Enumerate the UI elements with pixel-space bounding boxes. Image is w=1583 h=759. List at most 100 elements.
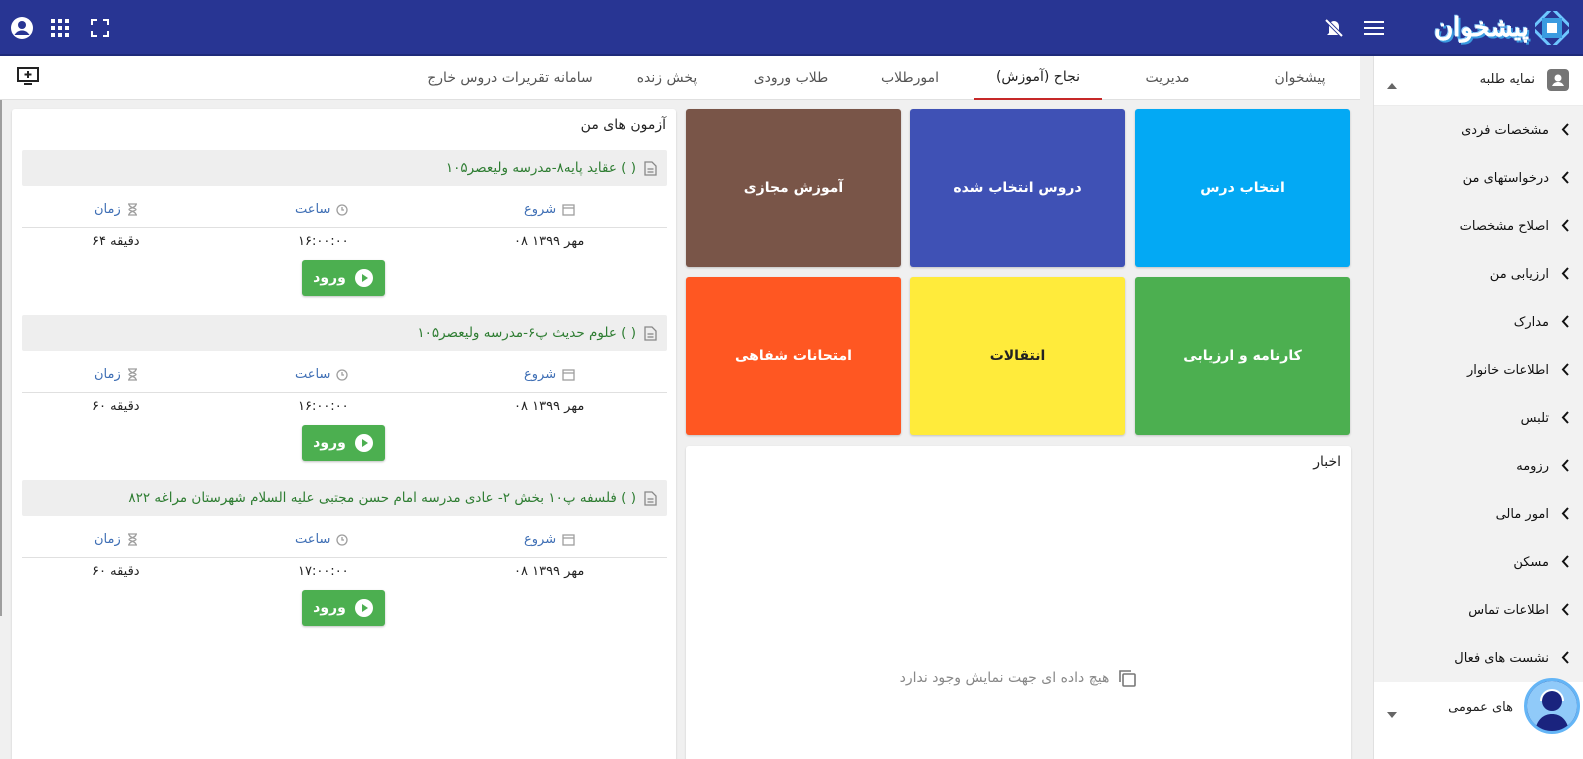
calendar-icon [562, 534, 575, 546]
document-icon [644, 160, 657, 176]
col-start-header: شروع [524, 367, 575, 382]
tile-virtual-education[interactable]: آموزش مجازی [686, 109, 901, 267]
chevron-left-icon [1561, 315, 1569, 332]
menu-icon[interactable] [1360, 14, 1388, 42]
notifications-off-icon[interactable] [1320, 14, 1348, 42]
exam-start-value: ۰۸ مهر ۱۳۹۹ [514, 234, 585, 249]
tile-selected-courses[interactable]: دروس انتخاب شده [910, 109, 1125, 267]
sidebar-item-my-requests[interactable]: درخواستهای من [1374, 154, 1583, 202]
sidebar-item-label: مسکن [1513, 554, 1549, 570]
sidebar-item-housing[interactable]: مسکن [1374, 538, 1583, 586]
sidebar-item-edit-info[interactable]: اصلاح مشخصات [1374, 202, 1583, 250]
exam-card: علوم حدیث پ۶-مدرسه ولیعصر۱۰۵ ( ) شروع سا… [22, 315, 667, 475]
tab-education[interactable]: نجاح (آموزش) [974, 56, 1102, 100]
sidebar-item-documents[interactable]: مدارک [1374, 298, 1583, 346]
chevron-left-icon [1561, 651, 1569, 668]
col-time-header: ساعت [295, 367, 349, 382]
sidebar-item-contact-info[interactable]: اطلاعات تماس [1374, 586, 1583, 634]
clock-icon [336, 533, 349, 546]
exam-column-headers: شروع ساعت زمان [22, 524, 667, 558]
fullscreen-icon[interactable] [86, 14, 114, 42]
col-start-header: شروع [524, 532, 575, 547]
app-logo[interactable]: پیشخوان [1433, 6, 1569, 50]
exam-duration-value: ۶۰ دقیقه [92, 399, 140, 414]
sidebar-header-label: نمایه طلبه [1479, 72, 1535, 87]
sidebar-item-finance[interactable]: امور مالی [1374, 490, 1583, 538]
sidebar-header[interactable]: نمایه طلبه [1374, 56, 1583, 106]
calendar-icon [562, 204, 575, 216]
tab-dashboard[interactable]: پیشخوان [1240, 56, 1360, 100]
tab-live-stream[interactable]: پخش زنده [612, 56, 722, 100]
sidebar-item-label: اصلاح مشخصات [1459, 218, 1549, 234]
exam-time-value: ۱۶:۰۰:۰۰ [298, 399, 349, 414]
col-start-label: شروع [524, 367, 557, 382]
sidebar-item-my-evaluation[interactable]: ارزیابی من [1374, 250, 1583, 298]
chevron-left-icon [1561, 267, 1569, 284]
exam-duration-value: ۶۰ دقیقه [92, 564, 140, 579]
top-app-bar: پیشخوان [0, 0, 1583, 56]
exam-column-headers: شروع ساعت زمان [22, 194, 667, 228]
sidebar-item-label: اطلاعات تماس [1468, 602, 1549, 618]
add-screen-icon[interactable] [16, 66, 42, 88]
tab-student-affairs[interactable]: امورطلاب [860, 56, 960, 100]
enter-label: ورود [313, 435, 346, 451]
tile-oral-exams[interactable]: امتحانات شفاهی [686, 277, 901, 435]
caret-down-icon[interactable] [1387, 703, 1397, 722]
sidebar-item-active-sessions[interactable]: نشست های فعال [1374, 634, 1583, 682]
main-area: پیشخوان مدیریت نجاح (آموزش) امورطلاب طلا… [0, 56, 1360, 759]
caret-up-icon[interactable] [1387, 74, 1397, 93]
col-time-header: ساعت [295, 202, 349, 217]
chevron-left-icon [1561, 219, 1569, 236]
col-time-label: ساعت [295, 202, 331, 217]
sidebar-item-attire[interactable]: تلبس [1374, 394, 1583, 442]
enter-exam-button[interactable]: ورود [302, 260, 385, 296]
clock-icon [336, 368, 349, 381]
account-icon[interactable] [8, 14, 36, 42]
exam-time-value: ۱۶:۰۰:۰۰ [298, 234, 349, 249]
tab-lecture-system[interactable]: سامانه تقریرات دروس خارج [420, 56, 600, 100]
support-avatar[interactable] [1524, 678, 1580, 734]
chevron-left-icon [1561, 123, 1569, 140]
news-title: اخبار [1313, 454, 1341, 470]
sidebar-item-label: نشست های فعال [1454, 650, 1549, 666]
tile-course-selection[interactable]: انتخاب درس [1135, 109, 1350, 267]
sidebar-item-label: درخواستهای من [1462, 170, 1549, 186]
exam-card: فلسفه پ۱۰ بخش ۲- عادی مدرسه امام حسن مجت… [22, 480, 667, 640]
col-duration-label: زمان [94, 532, 121, 547]
col-time-header: ساعت [295, 532, 349, 547]
exam-header: عقاید پایه۸-مدرسه ولیعصر۱۰۵ ( ) [22, 150, 667, 186]
sidebar-item-family-info[interactable]: اطلاعات خانوار [1374, 346, 1583, 394]
col-time-label: ساعت [295, 532, 331, 547]
shortcut-tiles: انتخاب درس دروس انتخاب شده آموزش مجازی ک… [686, 109, 1351, 439]
exam-start-value: ۰۸ مهر ۱۳۹۹ [514, 564, 585, 579]
exam-title: فلسفه پ۱۰ بخش ۲- عادی مدرسه امام حسن مجت… [128, 490, 636, 506]
tile-transfers[interactable]: انتقالات [910, 277, 1125, 435]
copy-icon [1119, 670, 1137, 687]
enter-exam-button[interactable]: ورود [302, 590, 385, 626]
tab-incoming-students[interactable]: طلاب ورودی [736, 56, 846, 100]
col-start-header: شروع [524, 202, 575, 217]
col-time-label: ساعت [295, 367, 331, 382]
exam-header: فلسفه پ۱۰ بخش ۲- عادی مدرسه امام حسن مجت… [22, 480, 667, 516]
profile-sidebar: نمایه طلبه مشخصات فردی درخواستهای من اصل… [1373, 56, 1583, 759]
sidebar-item-resume[interactable]: رزومه [1374, 442, 1583, 490]
col-duration-header: زمان [94, 532, 138, 547]
apps-grid-icon[interactable] [46, 14, 74, 42]
exams-title: آزمون های من [580, 117, 666, 133]
calendar-icon [562, 369, 575, 381]
chevron-left-icon [1561, 603, 1569, 620]
sidebar-item-personal-info[interactable]: مشخصات فردی [1374, 106, 1583, 154]
chevron-left-icon [1561, 171, 1569, 188]
chevron-left-icon [1561, 459, 1569, 476]
sidebar-item-label: ارزیابی من [1489, 266, 1549, 282]
exam-title: علوم حدیث پ۶-مدرسه ولیعصر۱۰۵ ( ) [417, 325, 636, 341]
logo-text: پیشخوان [1434, 13, 1530, 43]
play-circle-icon [354, 269, 373, 287]
profile-card-icon [1547, 69, 1569, 91]
module-tabs: پیشخوان مدیریت نجاح (آموزش) امورطلاب طلا… [0, 56, 1360, 100]
enter-exam-button[interactable]: ورود [302, 425, 385, 461]
tab-management[interactable]: مدیریت [1110, 56, 1225, 100]
hourglass-icon [127, 533, 137, 546]
sidebar-section-label: های عمومی [1448, 700, 1513, 715]
tile-report-card[interactable]: کارنامه و ارزیابی [1135, 277, 1350, 435]
